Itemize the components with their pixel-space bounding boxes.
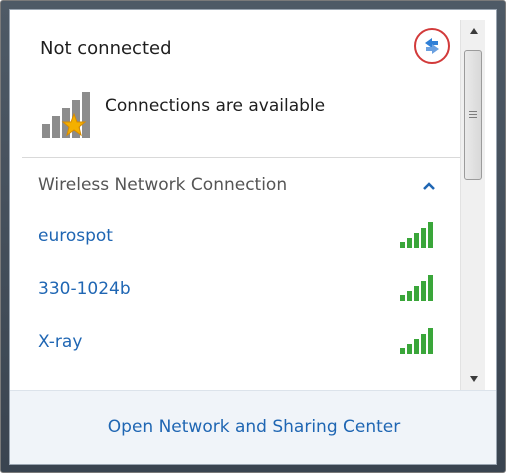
network-name: eurospot <box>38 226 113 246</box>
vertical-scrollbar[interactable] <box>460 20 485 390</box>
signal-strength-icon <box>400 222 433 248</box>
section-divider <box>22 157 460 158</box>
scroll-up-arrow-icon[interactable] <box>461 20 486 42</box>
network-item-eurospot[interactable]: eurospot <box>34 218 454 258</box>
network-flyout-panel: Not connected Connections are available … <box>9 9 497 465</box>
flyout-footer: Open Network and Sharing Center <box>10 390 496 464</box>
scroll-thumb[interactable] <box>464 50 482 180</box>
network-flyout-frame: Not connected Connections are available … <box>0 0 506 473</box>
network-item-x-ray[interactable]: X-ray <box>34 324 454 364</box>
connection-status-title: Not connected <box>40 38 172 59</box>
network-name: X-ray <box>38 332 83 352</box>
network-name: 330-1024b <box>38 279 131 299</box>
wireless-section-header: Wireless Network Connection <box>38 175 288 195</box>
signal-bars-with-star-icon <box>42 92 90 138</box>
open-network-sharing-center-link[interactable]: Open Network and Sharing Center <box>10 417 496 437</box>
connections-available-text: Connections are available <box>105 96 326 116</box>
grip-icon <box>469 111 477 118</box>
signal-strength-icon <box>400 328 433 354</box>
flyout-content: Not connected Connections are available … <box>10 10 460 390</box>
network-troubleshoot-icon[interactable] <box>414 28 450 64</box>
signal-strength-icon <box>400 275 433 301</box>
network-item-330-1024b[interactable]: 330-1024b <box>34 271 454 311</box>
scroll-down-arrow-icon[interactable] <box>461 368 486 390</box>
chevron-up-icon[interactable] <box>421 178 437 194</box>
